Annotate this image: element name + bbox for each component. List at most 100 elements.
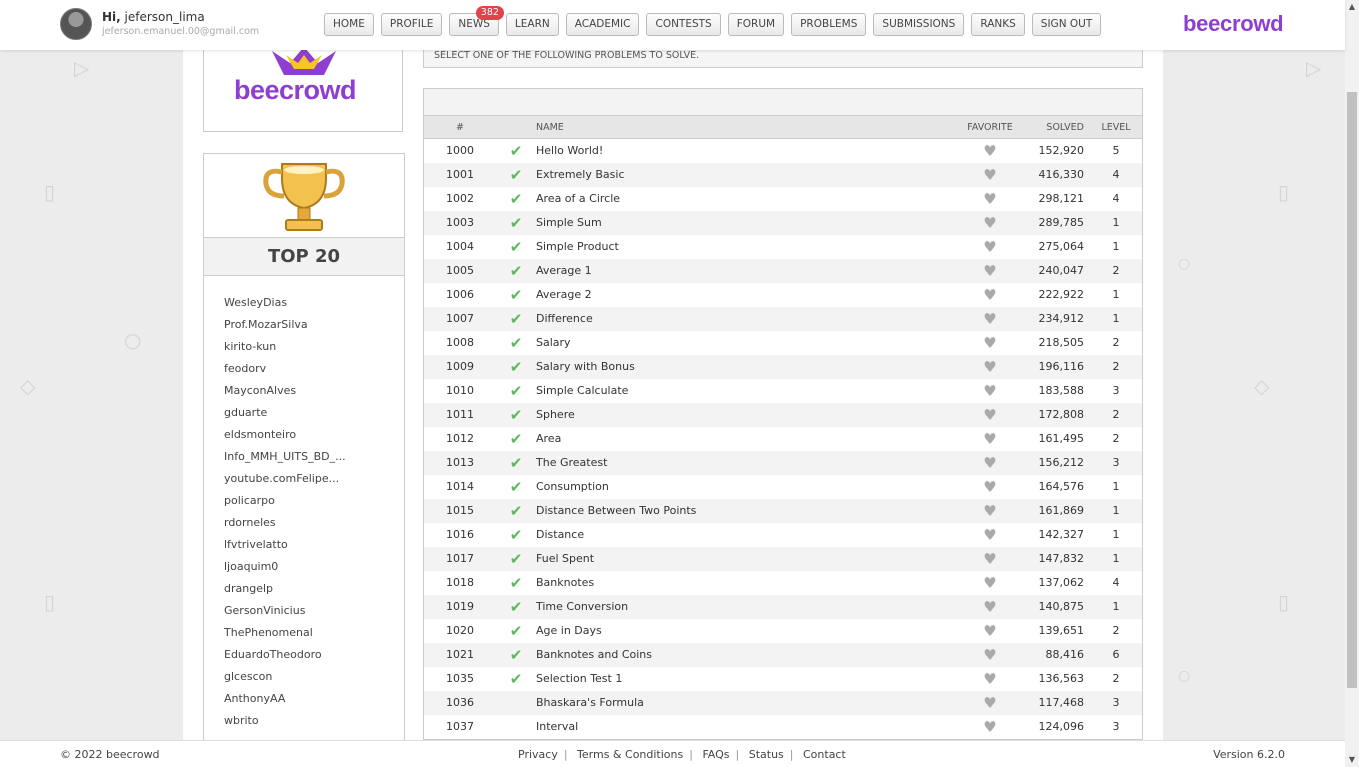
heart-icon[interactable]: ♥	[983, 334, 996, 352]
nav-contests[interactable]: CONTESTS	[646, 13, 721, 36]
scroll-thumb[interactable]	[1347, 92, 1357, 688]
table-row[interactable]: 1009 ✔ Salary with Bonus ♥ 196,116 2	[424, 355, 1142, 379]
table-row[interactable]: 1003 ✔ Simple Sum ♥ 289,785 1	[424, 211, 1142, 235]
favorite-toggle[interactable]: ♥	[950, 331, 1030, 355]
heart-icon[interactable]: ♥	[983, 598, 996, 616]
problem-id[interactable]: 1004	[424, 235, 496, 259]
heart-icon[interactable]: ♥	[983, 382, 996, 400]
problem-name[interactable]: Simple Product	[536, 235, 950, 259]
heart-icon[interactable]: ♥	[983, 430, 996, 448]
page-scrollbar[interactable]: ▲ ▼	[1345, 0, 1359, 767]
favorite-toggle[interactable]: ♥	[950, 235, 1030, 259]
table-row[interactable]: 1001 ✔ Extremely Basic ♥ 416,330 4	[424, 163, 1142, 187]
problem-name[interactable]: Time Conversion	[536, 595, 950, 619]
heart-icon[interactable]: ♥	[983, 670, 996, 688]
problem-id[interactable]: 1035	[424, 667, 496, 691]
table-row[interactable]: 1016 ✔ Distance ♥ 142,327 1	[424, 523, 1142, 547]
problem-id[interactable]: 1014	[424, 475, 496, 499]
top20-user[interactable]: AnthonyAA	[224, 690, 346, 712]
heart-icon[interactable]: ♥	[983, 190, 996, 208]
scroll-down-arrow-icon[interactable]: ▼	[1345, 753, 1359, 767]
table-row[interactable]: 1000 ✔ Hello World! ♥ 152,920 5	[424, 139, 1142, 163]
favorite-toggle[interactable]: ♥	[950, 571, 1030, 595]
problem-id[interactable]: 1012	[424, 427, 496, 451]
favorite-toggle[interactable]: ♥	[950, 643, 1030, 667]
footer-link-faqs[interactable]: FAQs	[702, 748, 729, 761]
heart-icon[interactable]: ♥	[983, 478, 996, 496]
problem-id[interactable]: 1000	[424, 139, 496, 163]
header-favorite[interactable]: FAVORITE	[950, 116, 1030, 138]
top20-user[interactable]: Prof.MozarSilva	[224, 316, 346, 338]
heart-icon[interactable]: ♥	[983, 262, 996, 280]
problem-id[interactable]: 1036	[424, 691, 496, 715]
heart-icon[interactable]: ♥	[983, 526, 996, 544]
problem-name[interactable]: Age in Days	[536, 619, 950, 643]
problem-name[interactable]: Simple Calculate	[536, 379, 950, 403]
table-row[interactable]: 1036 Bhaskara's Formula ♥ 117,468 3	[424, 691, 1142, 715]
problem-id[interactable]: 1020	[424, 619, 496, 643]
favorite-toggle[interactable]: ♥	[950, 187, 1030, 211]
header-level[interactable]: LEVEL	[1090, 116, 1142, 138]
table-row[interactable]: 1015 ✔ Distance Between Two Points ♥ 161,869…	[424, 499, 1142, 523]
table-row[interactable]: 1011 ✔ Sphere ♥ 172,808 2	[424, 403, 1142, 427]
heart-icon[interactable]: ♥	[983, 238, 996, 256]
favorite-toggle[interactable]: ♥	[950, 547, 1030, 571]
top20-user[interactable]: feodorv	[224, 360, 346, 382]
problem-id[interactable]: 1006	[424, 283, 496, 307]
problem-id[interactable]: 1010	[424, 379, 496, 403]
top20-user[interactable]: wbrito	[224, 712, 346, 734]
top20-user[interactable]: drangelp	[224, 580, 346, 602]
problem-name[interactable]: Distance Between Two Points	[536, 499, 950, 523]
footer-link-privacy[interactable]: Privacy	[518, 748, 558, 761]
problem-name[interactable]: Banknotes and Coins	[536, 643, 950, 667]
heart-icon[interactable]: ♥	[983, 694, 996, 712]
top20-user[interactable]: rdorneles	[224, 514, 346, 536]
problem-name[interactable]: Interval	[536, 715, 950, 739]
problem-name[interactable]: Average 2	[536, 283, 950, 307]
footer-link-terms[interactable]: Terms & Conditions	[577, 748, 683, 761]
header-solved[interactable]: SOLVED	[1030, 116, 1090, 138]
top20-user[interactable]: eldsmonteiro	[224, 426, 346, 448]
problem-id[interactable]: 1019	[424, 595, 496, 619]
favorite-toggle[interactable]: ♥	[950, 691, 1030, 715]
problem-id[interactable]: 1021	[424, 643, 496, 667]
footer-link-status[interactable]: Status	[749, 748, 784, 761]
favorite-toggle[interactable]: ♥	[950, 523, 1030, 547]
heart-icon[interactable]: ♥	[983, 574, 996, 592]
favorite-toggle[interactable]: ♥	[950, 307, 1030, 331]
favorite-toggle[interactable]: ♥	[950, 163, 1030, 187]
header-id[interactable]: #	[424, 116, 496, 138]
avatar[interactable]	[60, 8, 92, 40]
top20-user[interactable]: EduardoTheodoro	[224, 646, 346, 668]
problem-id[interactable]: 1009	[424, 355, 496, 379]
top20-user[interactable]: ThePhenomenal	[224, 624, 346, 646]
favorite-toggle[interactable]: ♥	[950, 259, 1030, 283]
table-row[interactable]: 1017 ✔ Fuel Spent ♥ 147,832 1	[424, 547, 1142, 571]
table-row[interactable]: 1035 ✔ Selection Test 1 ♥ 136,563 2	[424, 667, 1142, 691]
heart-icon[interactable]: ♥	[983, 286, 996, 304]
heart-icon[interactable]: ♥	[983, 550, 996, 568]
nav-home[interactable]: HOME	[324, 13, 374, 36]
top20-user[interactable]: youtube.comFelipe...	[224, 470, 346, 492]
top20-user[interactable]: ljoaquim0	[224, 558, 346, 580]
favorite-toggle[interactable]: ♥	[950, 355, 1030, 379]
heart-icon[interactable]: ♥	[983, 622, 996, 640]
problem-name[interactable]: Consumption	[536, 475, 950, 499]
heart-icon[interactable]: ♥	[983, 454, 996, 472]
favorite-toggle[interactable]: ♥	[950, 715, 1030, 739]
favorite-toggle[interactable]: ♥	[950, 667, 1030, 691]
table-row[interactable]: 1018 ✔ Banknotes ♥ 137,062 4	[424, 571, 1142, 595]
nav-submissions[interactable]: SUBMISSIONS	[873, 13, 965, 36]
table-row[interactable]: 1014 ✔ Consumption ♥ 164,576 1	[424, 475, 1142, 499]
top20-user[interactable]: policarpo	[224, 492, 346, 514]
problem-id[interactable]: 1008	[424, 331, 496, 355]
top20-user[interactable]: WesleyDias	[224, 294, 346, 316]
nav-problems[interactable]: PROBLEMS	[791, 13, 867, 36]
top20-user[interactable]: glcescon	[224, 668, 346, 690]
footer-link-contact[interactable]: Contact	[803, 748, 846, 761]
favorite-toggle[interactable]: ♥	[950, 379, 1030, 403]
top20-user[interactable]: Info_MMH_UITS_BD_...	[224, 448, 346, 470]
nav-academic[interactable]: ACADEMIC	[565, 13, 640, 36]
nav-forum[interactable]: FORUM	[727, 13, 785, 36]
problem-id[interactable]: 1002	[424, 187, 496, 211]
